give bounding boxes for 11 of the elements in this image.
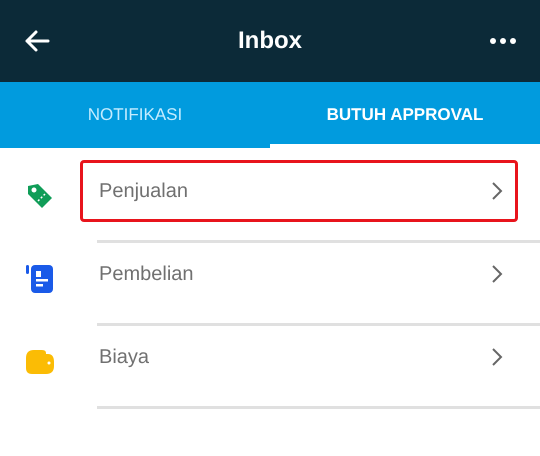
- tab[interactable]: BUTUH APPROVAL: [270, 82, 540, 148]
- page-title: Inbox: [238, 26, 302, 56]
- chevron-right-icon: [491, 181, 503, 201]
- menu-item[interactable]: Penjualan: [80, 160, 518, 222]
- menu-item[interactable]: Biaya: [80, 326, 518, 388]
- chevron-right-icon: [491, 347, 503, 367]
- menu-item[interactable]: Pembelian: [80, 243, 518, 305]
- tab[interactable]: NOTIFIKASI: [0, 82, 270, 148]
- chevron-right-icon: [491, 264, 503, 284]
- back-arrow-icon[interactable]: [24, 29, 50, 53]
- more-icon[interactable]: [490, 38, 516, 44]
